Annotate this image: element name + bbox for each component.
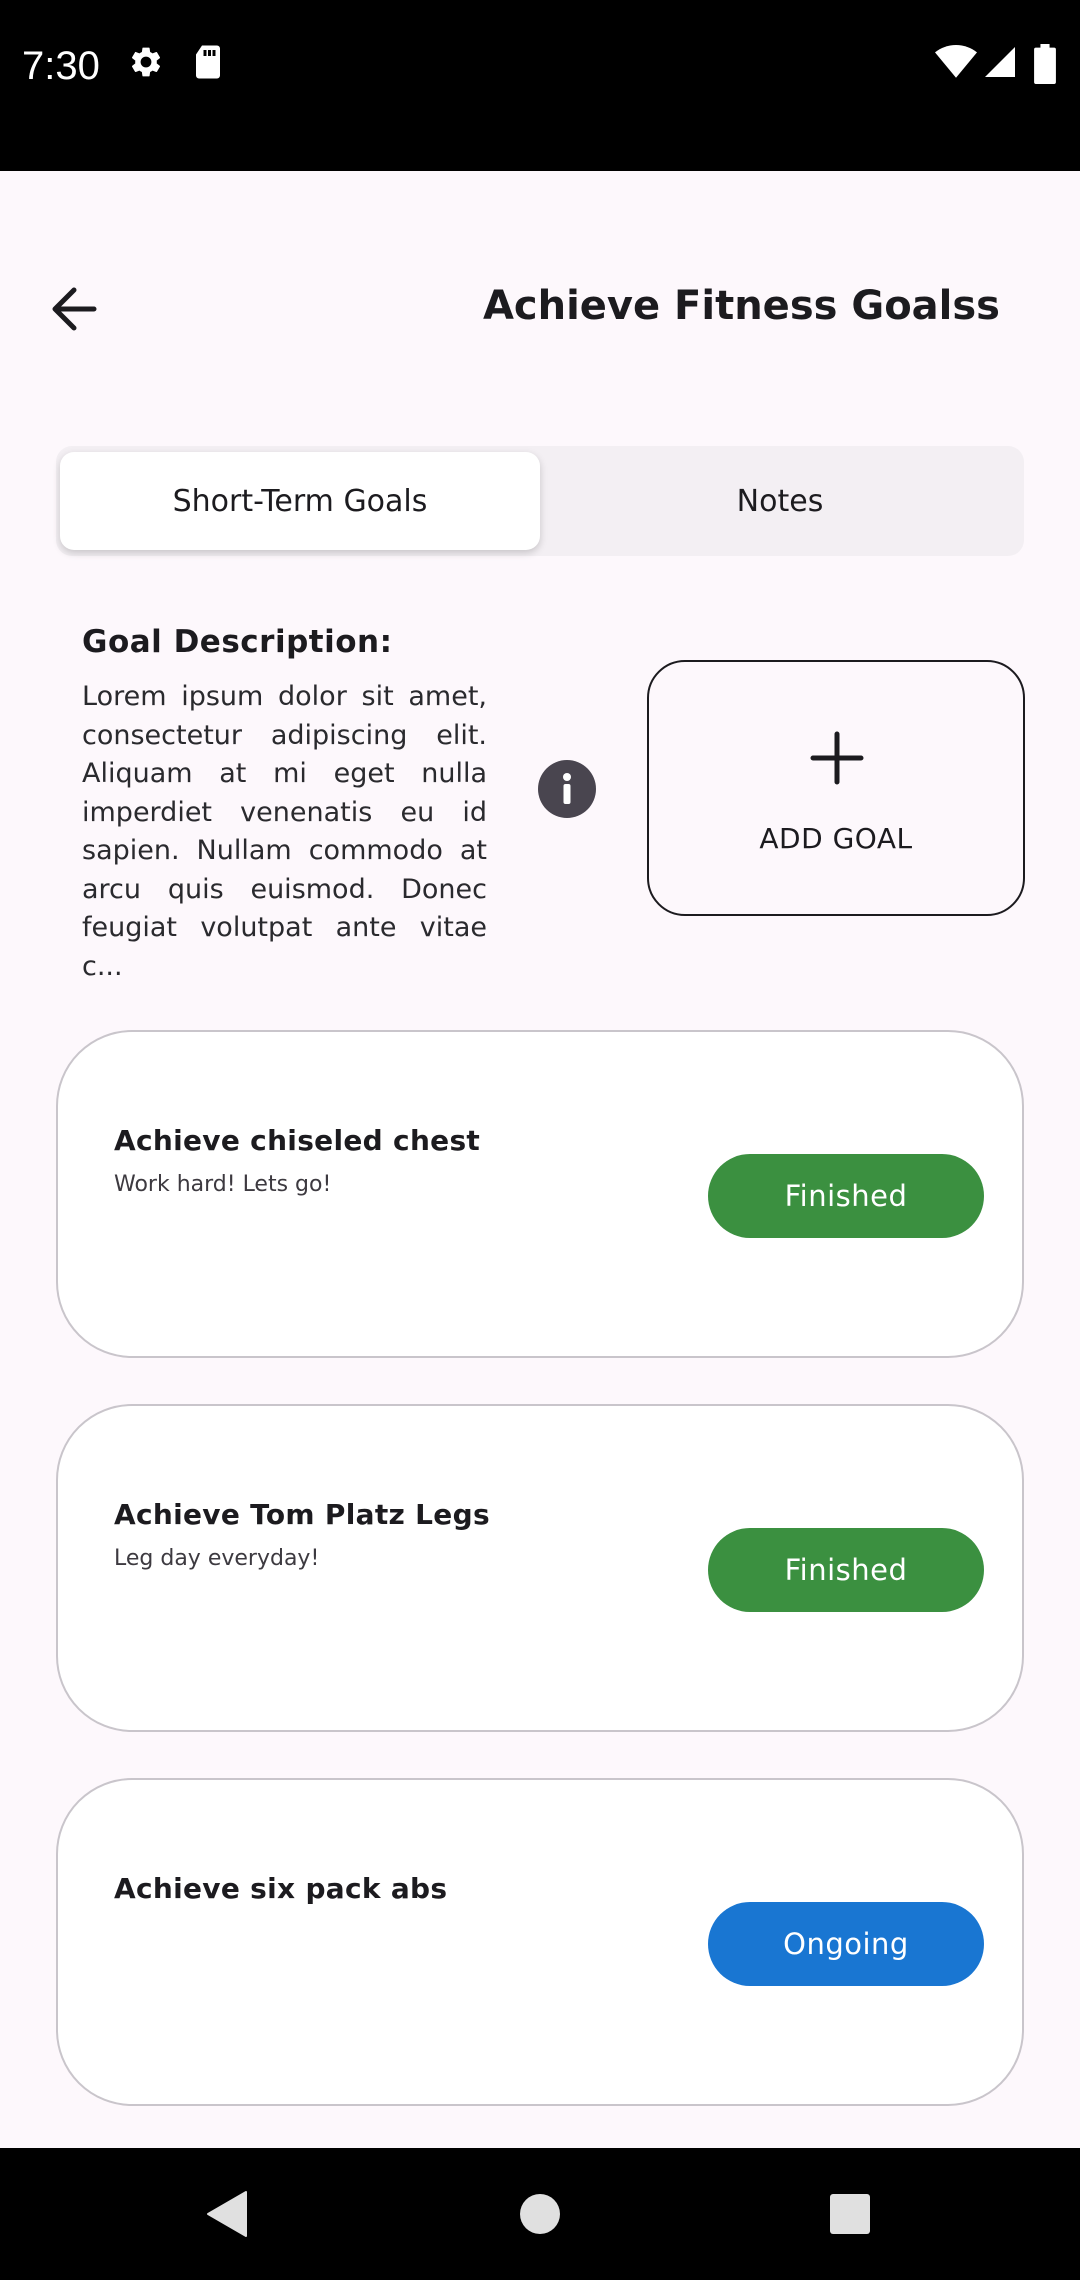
goal-card[interactable]: Achieve Tom Platz Legs Leg day everyday!… (56, 1404, 1024, 1732)
goal-card[interactable]: Achieve chiseled chest Work hard! Lets g… (56, 1030, 1024, 1358)
battery-icon (1034, 44, 1056, 84)
status-badge[interactable]: Finished (708, 1154, 984, 1238)
arrow-left-icon (52, 287, 97, 331)
info-icon[interactable] (538, 760, 596, 818)
goal-subtitle: Leg day everyday! (114, 1546, 320, 1571)
goal-description-text: Lorem ipsum dolor sit amet, consectetur … (82, 681, 487, 982)
tab-notes[interactable]: Notes (540, 452, 1020, 550)
settings-gear-icon (131, 47, 161, 77)
sd-card-icon (196, 45, 220, 79)
add-goal-label: ADD GOAL (759, 822, 913, 855)
status-time: 7:30 (22, 44, 100, 88)
goal-card[interactable]: Achieve six pack abs Ongoing (56, 1778, 1024, 2106)
tab-bar: Short-Term Goals Notes (56, 446, 1024, 556)
plus-icon (810, 731, 864, 785)
recents-square-icon[interactable] (820, 2184, 880, 2244)
goal-title: Achieve chiseled chest (114, 1124, 481, 1157)
wifi-icon (935, 45, 977, 78)
status-badge[interactable]: Finished (708, 1528, 984, 1612)
system-nav-bar (0, 2148, 1080, 2280)
page-title: Achieve Fitness Goalss (482, 283, 1000, 329)
goal-description: Goal Description: Lorem ipsum dolor sit … (82, 624, 487, 986)
status-badge[interactable]: Ongoing (708, 1902, 984, 1986)
add-goal-button[interactable]: ADD GOAL (647, 660, 1025, 916)
screen: 7:30 Achieve Fitness Goalss Short-Term G… (0, 0, 1080, 2280)
tab-short-term-goals[interactable]: Short-Term Goals (60, 452, 540, 550)
home-circle-icon[interactable] (510, 2184, 570, 2244)
goal-title: Achieve six pack abs (114, 1872, 448, 1905)
goal-title: Achieve Tom Platz Legs (114, 1498, 490, 1531)
back-button[interactable] (40, 274, 116, 344)
back-triangle-icon[interactable] (200, 2184, 260, 2244)
goal-subtitle: Work hard! Lets go! (114, 1172, 332, 1197)
goal-description-heading: Goal Description: (82, 624, 393, 660)
status-bar: 7:30 (0, 0, 1080, 171)
cell-signal-icon (985, 47, 1015, 77)
